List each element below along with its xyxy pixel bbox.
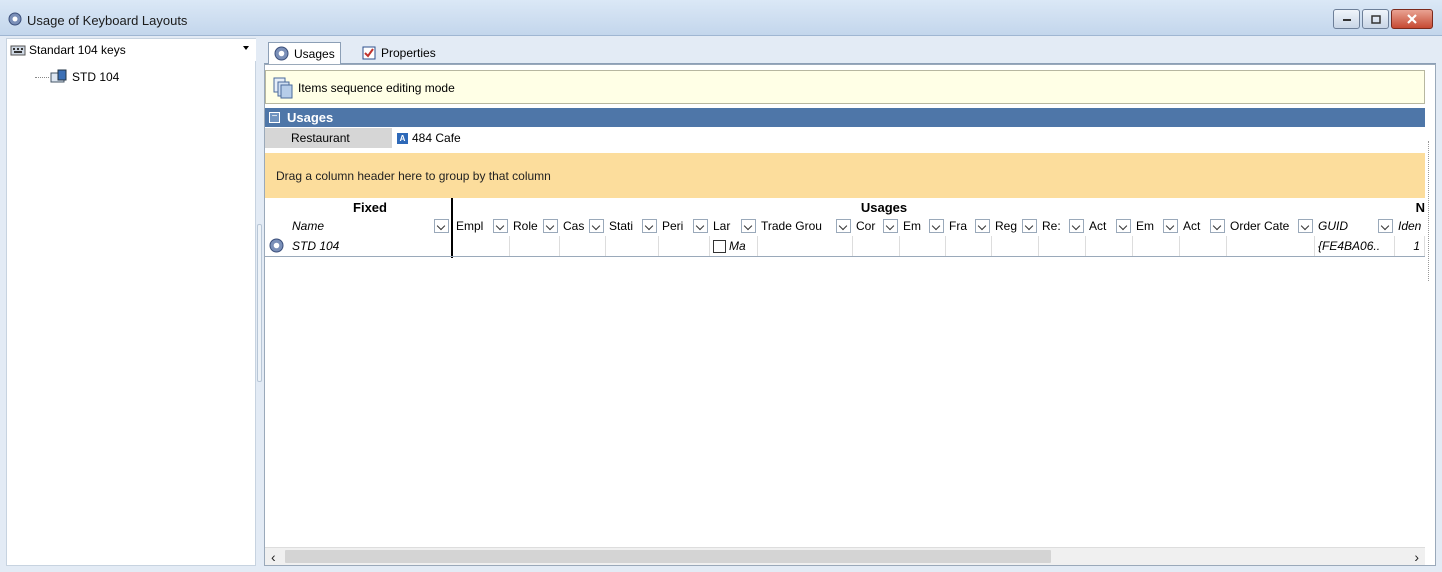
table-cell[interactable] [758, 236, 853, 256]
row-indicator[interactable] [265, 236, 289, 256]
cell-name[interactable]: STD 104 [289, 236, 451, 256]
col-header[interactable]: Act [1180, 216, 1227, 236]
usages-content: Items sequence editing mode − Usages Res… [264, 64, 1436, 566]
splitter[interactable] [256, 38, 264, 566]
table-cell[interactable] [946, 236, 992, 256]
mode-text: Items sequence editing mode [298, 81, 455, 95]
col-header[interactable]: Role [510, 216, 560, 236]
table-cell[interactable] [1180, 236, 1227, 256]
col-header[interactable]: Fra [946, 216, 992, 236]
tab-usages-label: Usages [294, 46, 335, 61]
col-header[interactable]: Trade Grou [758, 216, 853, 236]
col-header[interactable]: Cor [853, 216, 900, 236]
window-title: Usage of Keyboard Layouts [27, 13, 188, 28]
tab-properties[interactable]: Properties [357, 42, 441, 64]
col-header-name[interactable]: Name [289, 216, 451, 236]
usages-section-title: Usages [287, 110, 334, 125]
sequence-icon [273, 77, 293, 102]
table-cell[interactable] [453, 236, 510, 256]
minimize-icon [1342, 19, 1351, 21]
layout-icon [50, 69, 68, 88]
table-cell[interactable] [1086, 236, 1133, 256]
col-header[interactable]: Cas [560, 216, 606, 236]
col-header[interactable]: Empl [453, 216, 510, 236]
keyboard-icon [10, 43, 26, 60]
table-cell[interactable] [992, 236, 1039, 256]
restaurant-row: Restaurant A 484 Cafe [265, 128, 1425, 148]
scroll-thumb[interactable] [285, 550, 1051, 563]
restaurant-value[interactable]: A 484 Cafe [397, 131, 461, 145]
gear-icon [269, 238, 284, 253]
col-header-guid[interactable]: GUID [1315, 216, 1395, 236]
table-cell[interactable] [510, 236, 560, 256]
col-header-ident[interactable]: Iden [1395, 216, 1425, 236]
app-gear-icon [8, 12, 22, 29]
chevron-down-icon[interactable] [243, 46, 249, 50]
table-cell[interactable] [900, 236, 946, 256]
gear-icon [274, 46, 289, 61]
table-cell[interactable] [560, 236, 606, 256]
cell-guid[interactable]: {FE4BA06.. [1315, 236, 1395, 256]
restaurant-value-text: 484 Cafe [412, 131, 461, 145]
cell-ident[interactable]: 1 [1395, 236, 1425, 256]
col-header[interactable]: Re: [1039, 216, 1086, 236]
col-header[interactable]: Stati [606, 216, 659, 236]
splitter-grip[interactable] [257, 224, 262, 382]
table-cell[interactable] [659, 236, 710, 256]
title-bar: Usage of Keyboard Layouts [0, 0, 1442, 36]
restaurant-label: Restaurant [265, 128, 392, 148]
table-cell[interactable] [1227, 236, 1315, 256]
layout-selector[interactable]: Standart 104 keys [7, 39, 257, 61]
table-cell[interactable] [606, 236, 659, 256]
scroll-right-icon[interactable]: › [1414, 549, 1419, 565]
layout-selector-value: Standart 104 keys [29, 43, 126, 57]
maximize-button[interactable] [1362, 9, 1389, 29]
col-header[interactable]: Em [900, 216, 946, 236]
table-cell[interactable] [853, 236, 900, 256]
group-by-hint: Drag a column header here to group by th… [276, 169, 551, 183]
close-icon [1407, 14, 1417, 24]
band-usages: Usages [860, 200, 908, 215]
tab-strip: Usages Properties [264, 42, 1436, 65]
scroll-left-icon[interactable]: ‹ [271, 549, 276, 565]
restaurant-icon: A [397, 132, 408, 144]
checkbox-icon [362, 46, 376, 60]
tab-usages[interactable]: Usages [268, 42, 341, 65]
col-header[interactable]: Em [1133, 216, 1180, 236]
checkbox[interactable] [713, 239, 726, 253]
tab-properties-label: Properties [381, 46, 436, 60]
close-button[interactable] [1391, 9, 1433, 29]
col-header[interactable]: Reg [992, 216, 1039, 236]
col-header[interactable]: Peri [659, 216, 710, 236]
right-panel: Usages Properties Items sequence editing… [264, 38, 1436, 566]
table-cell[interactable] [1039, 236, 1086, 256]
left-panel: Standart 104 keys STD 104 [6, 38, 257, 566]
band-right: N [1415, 200, 1425, 215]
table-cell[interactable] [1133, 236, 1180, 256]
usages-section-header: − Usages [265, 108, 1425, 127]
right-splitter[interactable] [1425, 105, 1435, 545]
minimize-button[interactable] [1333, 9, 1360, 29]
usages-grid: Fixed Usages N Name Empl Role Cas Stati … [265, 198, 1425, 264]
col-header[interactable]: Order Cate [1227, 216, 1315, 236]
mode-bar: Items sequence editing mode [265, 70, 1425, 104]
group-by-panel[interactable]: Drag a column header here to group by th… [265, 153, 1425, 198]
horizontal-scrollbar[interactable]: ‹ › [265, 547, 1425, 565]
col-header[interactable]: Lar [710, 216, 758, 236]
collapse-icon[interactable]: − [269, 112, 280, 123]
band-fixed: Fixed [353, 200, 387, 215]
tree-item-label: STD 104 [72, 70, 120, 84]
maximize-icon [1370, 14, 1381, 24]
col-header[interactable]: Act [1086, 216, 1133, 236]
cell-lang[interactable]: Ma [710, 236, 758, 256]
chevron-down-icon[interactable] [434, 219, 449, 233]
